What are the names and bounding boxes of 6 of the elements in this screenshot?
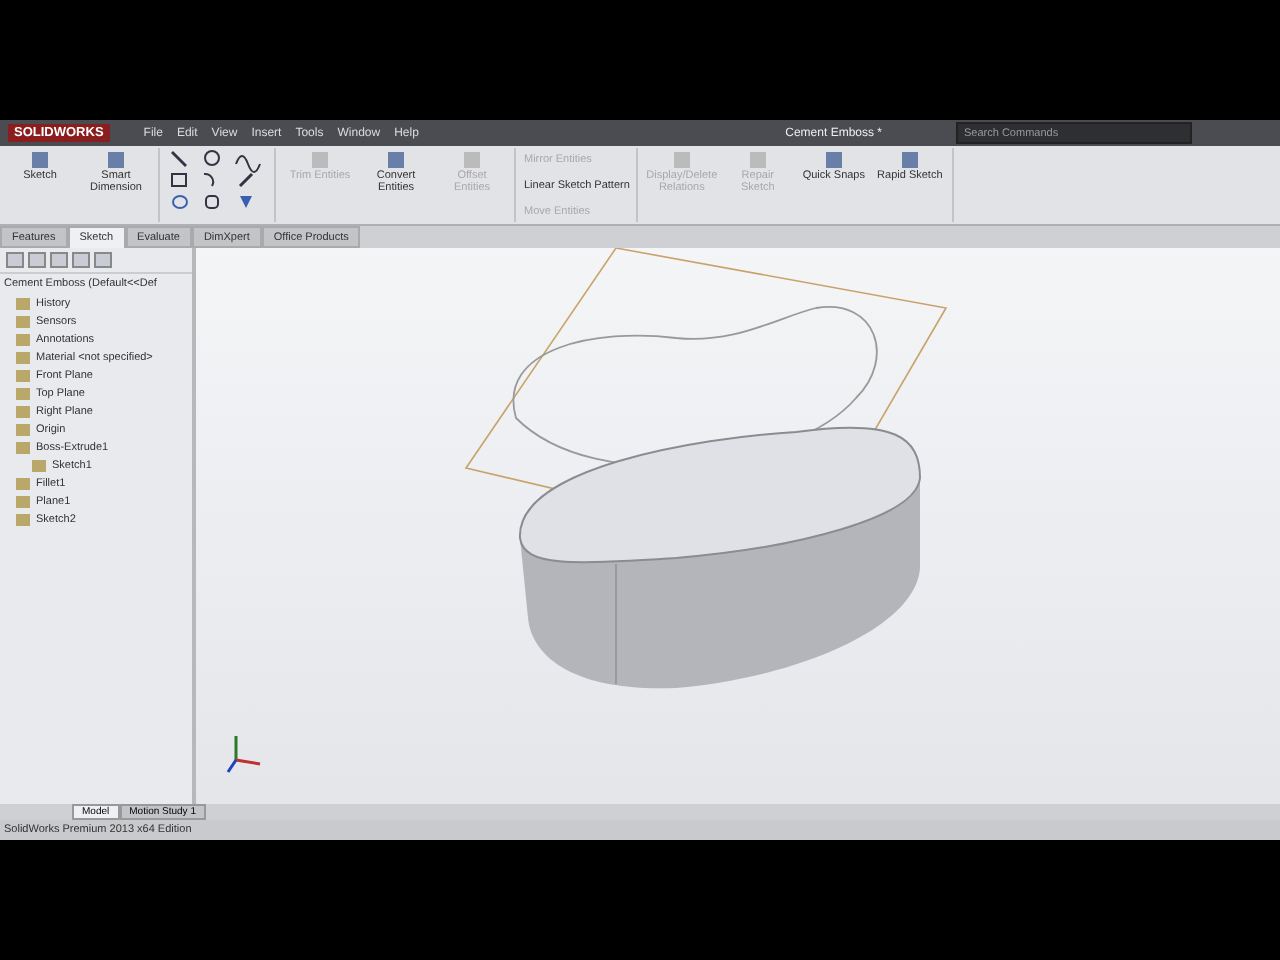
tool-icon — [30, 150, 50, 170]
tool-icon — [823, 150, 844, 170]
tool-icon — [386, 150, 406, 170]
axis-triad-icon — [224, 732, 264, 776]
tool-icon — [106, 150, 126, 170]
tool-icon — [899, 150, 920, 170]
